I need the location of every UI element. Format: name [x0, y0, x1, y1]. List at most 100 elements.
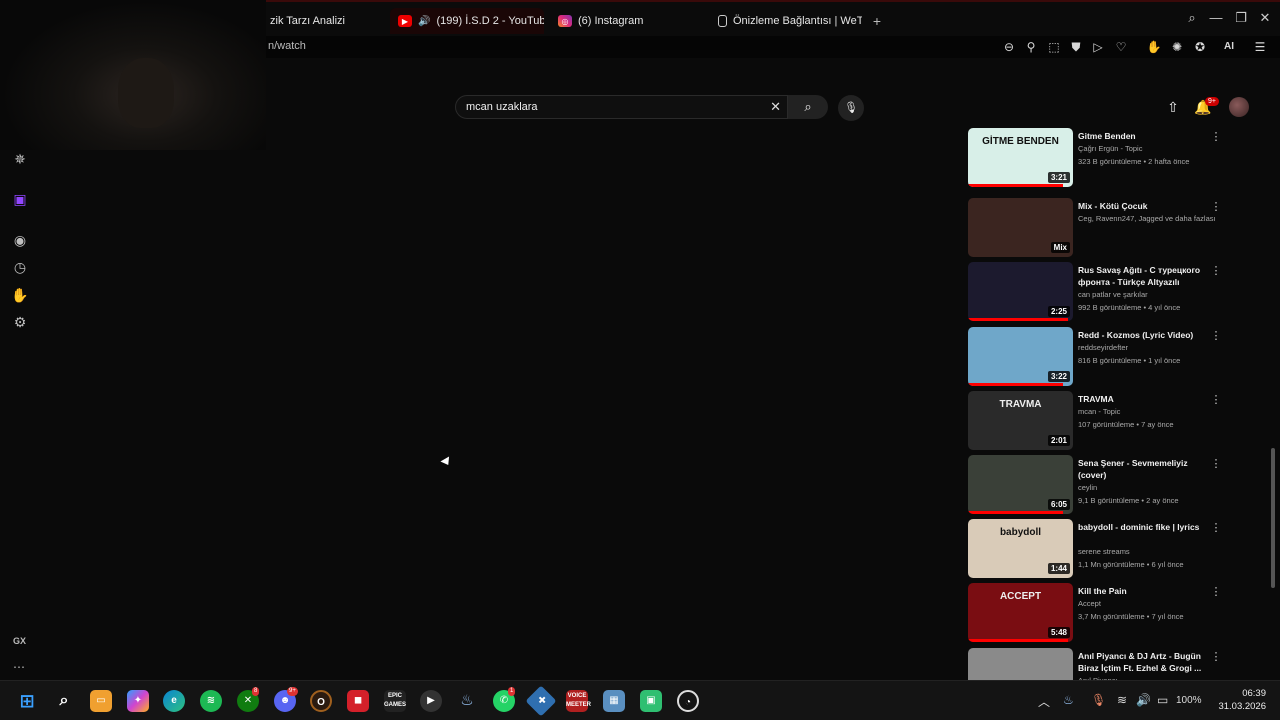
recommendation-item[interactable]: GİTME BENDEN 3:21 Gitme Benden Çağrı Ergün …	[968, 128, 1230, 188]
search-input[interactable]: mcan uzaklara	[466, 101, 538, 113]
clear-search-icon[interactable]: ✕	[770, 99, 781, 115]
more-options-icon[interactable]: ⋮	[1210, 200, 1222, 213]
red-app-icon[interactable]: ◼	[347, 690, 369, 712]
obs-icon[interactable]: ◔	[677, 690, 699, 712]
video-thumbnail[interactable]: 3:22	[968, 327, 1073, 386]
clock[interactable]: 06:39 31.03.2026	[1214, 687, 1266, 713]
extensions-icon[interactable]: ✋	[11, 286, 29, 304]
more-options-icon[interactable]: ⋮	[1210, 521, 1222, 534]
settings-icon[interactable]: ⚙	[11, 313, 29, 331]
heart-icon[interactable]: ♡	[1113, 39, 1129, 55]
avatar[interactable]	[1229, 97, 1249, 117]
aria-icon[interactable]: ✵	[11, 150, 29, 168]
video-title[interactable]: babydoll - dominic fike | lyrics	[1078, 521, 1216, 533]
video-title[interactable]: Gitme Benden	[1078, 130, 1216, 142]
more-options-icon[interactable]: ⋮	[1210, 650, 1222, 663]
channel-name[interactable]: can patlar ve şarkılar	[1078, 290, 1148, 299]
wifi-icon[interactable]: ≋	[1117, 693, 1127, 707]
recommendation-item[interactable]: 2:25 Rus Savaş Ağıtı - С турецкого фронта…	[968, 262, 1230, 322]
speaker-icon[interactable]: 🔊	[418, 16, 430, 27]
steam-icon[interactable]: ♨	[456, 690, 478, 712]
recommendation-item[interactable]: ACCEPT 5:48 Kill the Pain Accept 3,7 Mn görü…	[968, 583, 1230, 643]
sidebar-toggle-icon[interactable]: ☰	[1252, 39, 1268, 55]
volume-icon[interactable]: 🔊	[1136, 693, 1151, 707]
send-icon[interactable]: ▷	[1090, 39, 1106, 55]
channel-name[interactable]: Accept	[1078, 599, 1101, 608]
snapshot-icon[interactable]: ⬚	[1046, 39, 1062, 55]
video-thumbnail[interactable]: babydoll 1:44	[968, 519, 1073, 578]
photos-icon[interactable]: ▦	[603, 690, 625, 712]
url-text[interactable]: n/watch	[268, 40, 306, 52]
shield-icon[interactable]: ⛊	[1068, 39, 1084, 55]
voicemeeter-icon[interactable]: VOICE MEETER	[566, 690, 591, 712]
more-options-icon[interactable]: ⋮	[1210, 457, 1222, 470]
tab-instagram[interactable]: ◎ (6) Instagram	[550, 8, 700, 34]
channel-name[interactable]: serene streams	[1078, 547, 1130, 556]
recommendation-item[interactable]: Mix Mix - Kötü Çocuk Ceg, Ravenn247, Jagge…	[968, 198, 1230, 258]
video-thumbnail[interactable]: 6:05	[968, 455, 1073, 514]
search-icon[interactable]: ⌕	[53, 690, 75, 712]
video-title[interactable]: Redd - Kozmos (Lyric Video)	[1078, 329, 1216, 341]
video-thumbnail[interactable]	[968, 648, 1073, 680]
video-thumbnail[interactable]: GİTME BENDEN 3:21	[968, 128, 1073, 187]
microphone-tray-icon[interactable]: 🎙	[1091, 693, 1106, 707]
channel-name[interactable]: Çağrı Ergün - Topic	[1078, 144, 1142, 153]
search-tabs-icon[interactable]: ⌕	[1181, 10, 1203, 26]
video-thumbnail[interactable]: ACCEPT 5:48	[968, 583, 1073, 642]
media-player-icon[interactable]: ▶	[420, 690, 442, 712]
more-options-icon[interactable]: ⋮	[1210, 329, 1222, 342]
edge-icon[interactable]: e	[163, 690, 185, 712]
gx-label[interactable]: GX	[13, 636, 26, 646]
recommendation-item[interactable]: TRAVMA 2:01 TRAVMA mcan - Topic 107 görüntül…	[968, 391, 1230, 451]
copilot-icon[interactable]: ✦	[127, 690, 149, 712]
scrollbar[interactable]	[1271, 448, 1275, 588]
steam-tray-icon[interactable]: ♨	[1063, 693, 1074, 707]
maximize-button[interactable]: ❐	[1230, 10, 1252, 26]
more-icon[interactable]: ⋯	[13, 660, 25, 674]
channel-name[interactable]: Ceg, Ravenn247, Jagged ve daha fazlası	[1078, 214, 1216, 223]
tray-overflow-icon[interactable]: ︿	[1038, 693, 1050, 710]
pin-icon[interactable]: ⚲	[1023, 39, 1039, 55]
microphone-icon[interactable]: 🎙	[838, 95, 864, 121]
ad-block-icon[interactable]: ✪	[1192, 39, 1208, 55]
video-title[interactable]: Sena Şener - Sevmemeliyiz (cover)	[1078, 457, 1216, 481]
video-title[interactable]: TRAVMA	[1078, 393, 1216, 405]
channel-name[interactable]: mcan - Topic	[1078, 407, 1120, 416]
video-title[interactable]: Mix - Kötü Çocuk	[1078, 200, 1216, 212]
minimize-button[interactable]: —	[1205, 10, 1227, 25]
search-box[interactable]: mcan uzaklara ✕	[455, 95, 788, 119]
battery-icon[interactable]: ▭	[1157, 693, 1168, 707]
search-button[interactable]: ⌕	[788, 95, 828, 119]
video-title[interactable]: Kill the Pain	[1078, 585, 1216, 597]
channel-name[interactable]: ceylin	[1078, 483, 1097, 492]
spotify-icon[interactable]: ≋	[200, 690, 222, 712]
recommendation-item[interactable]: 6:05 Sena Şener - Sevmemeliyiz (cover) cey…	[968, 455, 1230, 515]
tab-wetransfer[interactable]: Önizleme Bağlantısı | WeTr	[710, 8, 862, 34]
close-button[interactable]: ✕	[1254, 10, 1276, 26]
video-title[interactable]: Rus Savaş Ağıtı - С турецкого фронта - T…	[1078, 264, 1216, 288]
start-icon[interactable]: ⊞	[16, 690, 38, 712]
opera-gx-icon[interactable]: O	[310, 690, 332, 712]
spotify-icon[interactable]: ◉	[11, 231, 29, 249]
kodi-icon[interactable]: ✚	[525, 685, 557, 717]
video-thumbnail[interactable]: 2:25	[968, 262, 1073, 321]
channel-name[interactable]: reddseyirdefter	[1078, 343, 1128, 352]
epic-games-icon[interactable]: EPIC GAMES	[384, 690, 406, 712]
upload-icon[interactable]: ⇧	[1164, 98, 1182, 116]
tab-youtube[interactable]: ▶ 🔊 (199) İ.S.D 2 - YouTube	[390, 8, 544, 34]
ai-button[interactable]: AI	[1216, 39, 1242, 55]
video-thumbnail[interactable]: TRAVMA 2:01	[968, 391, 1073, 450]
zoom-icon[interactable]: ⊖	[1001, 39, 1017, 55]
tab-music-analysis[interactable]: zik Tarzı Analizi	[262, 8, 386, 34]
more-options-icon[interactable]: ⋮	[1210, 264, 1222, 277]
recommendation-item[interactable]: Anıl Piyancı & DJ Artz - Bugün Biraz İçt…	[968, 648, 1230, 680]
file-explorer-icon[interactable]: ▭	[90, 690, 112, 712]
more-options-icon[interactable]: ⋮	[1210, 585, 1222, 598]
extension-icon[interactable]: ✋	[1146, 39, 1162, 55]
history-icon[interactable]: ◷	[11, 258, 29, 276]
twitch-icon[interactable]: ▣	[11, 190, 29, 208]
video-title[interactable]: Anıl Piyancı & DJ Artz - Bugün Biraz İçt…	[1078, 650, 1216, 674]
app-green-icon[interactable]: ▣	[640, 690, 662, 712]
recommendation-item[interactable]: 3:22 Redd - Kozmos (Lyric Video) reddseyir…	[968, 327, 1230, 387]
more-options-icon[interactable]: ⋮	[1210, 393, 1222, 406]
